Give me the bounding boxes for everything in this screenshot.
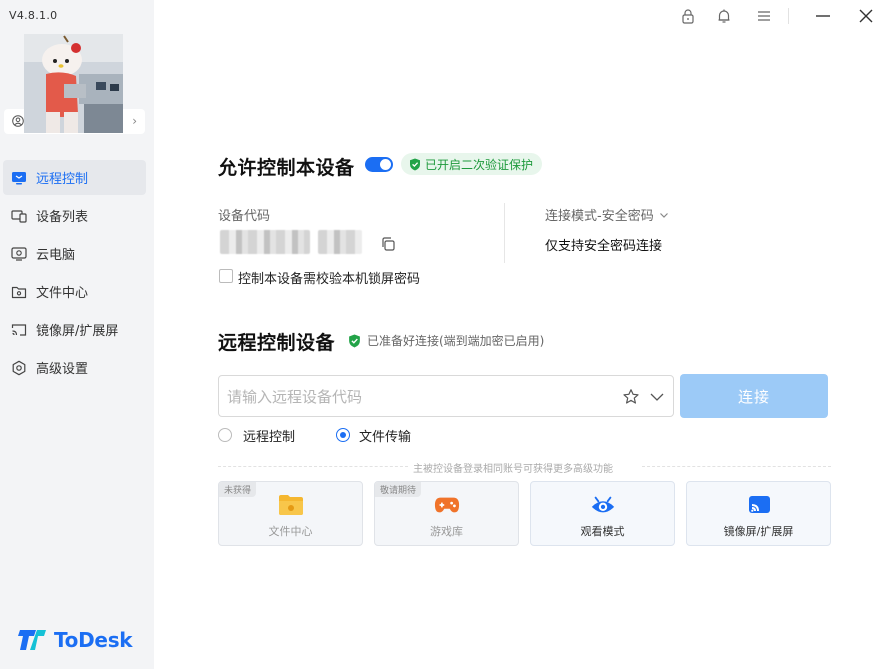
sidebar: V4.8.1.0 › 远程控制 设备列表 云电脑 文件中心 镜像屏/扩展屏 高级… [0,0,154,669]
menu-icon[interactable] [755,7,773,25]
feature-card-file-center[interactable]: 未获得 文件中心 [218,481,363,546]
hint-divider-right [642,466,831,467]
remote-code-input-box[interactable] [218,375,674,417]
radio-remote-control[interactable] [218,428,232,442]
app-logo: ToDesk [18,628,133,652]
star-icon[interactable] [622,388,640,406]
chevron-right-icon: › [132,114,137,128]
sidebar-item-label: 镜像屏/扩展屏 [36,324,119,339]
avatar-image [24,34,123,133]
eye-icon [590,493,616,517]
cloud-pc-icon [10,245,28,263]
remote-control-icon [10,169,28,187]
shield-check-icon [410,158,420,170]
connection-ready-status: 已准备好连接(端到端加密已启用) [348,332,544,349]
feature-card-watch-mode[interactable]: 观看模式 [530,481,675,546]
connection-ready-text: 已准备好连接(端到端加密已启用) [367,334,545,348]
sidebar-item-label: 设备列表 [36,210,89,225]
sidebar-item-label: 文件中心 [36,286,89,301]
sidebar-item-label: 高级设置 [36,362,89,377]
app-version: V4.8.1.0 [9,9,58,22]
logo-text: ToDesk [54,628,133,652]
sidebar-item-label: 云电脑 [36,248,76,263]
remote-control-title: 远程控制设备 [218,332,336,354]
folder-icon [278,493,304,517]
chevron-down-icon[interactable] [648,388,666,406]
copy-icon[interactable] [380,236,396,252]
avatar[interactable] [24,34,123,133]
device-code-value-part1 [220,230,310,254]
bell-icon[interactable] [715,7,733,25]
radio-file-transfer[interactable] [336,428,350,442]
sidebar-item-label: 远程控制 [36,172,89,187]
sidebar-item-advanced-settings[interactable]: 高级设置 [3,350,146,385]
advanced-features-hint: 主被控设备登录相同账号可获得更多高级功能 [413,460,613,475]
connection-mode-label: 连接模式-安全密码 [545,209,654,224]
device-code-label: 设备代码 [218,209,271,224]
user-icon [12,115,24,127]
lock-icon[interactable] [679,7,697,25]
hint-divider-left [218,466,408,467]
screen-cast-icon [10,321,28,339]
shield-check-icon [349,334,360,347]
screen-cast-icon [746,493,772,517]
sidebar-item-device-list[interactable]: 设备列表 [3,198,146,233]
allow-control-toggle[interactable] [365,157,393,172]
connection-mode-select[interactable]: 连接模式-安全密码 [545,205,670,224]
feature-tag: 敬请期待 [375,482,422,497]
radio-file-transfer-label[interactable]: 文件传输 [359,426,411,445]
radio-remote-control-label[interactable]: 远程控制 [243,426,295,445]
device-code-value-part2 [318,230,362,254]
gear-icon [10,359,28,377]
feature-card-game-library[interactable]: 敬请期待 游戏库 [374,481,519,546]
device-list-icon [10,207,28,225]
sidebar-item-file-center[interactable]: 文件中心 [3,274,146,309]
sidebar-item-screen-cast[interactable]: 镜像屏/扩展屏 [3,312,146,347]
close-icon[interactable] [857,7,875,25]
minimize-icon[interactable] [814,7,832,25]
lock-screen-checkbox-label[interactable]: 控制本设备需校验本机锁屏密码 [238,268,420,287]
two-factor-badge-text: 已开启二次验证保护 [425,157,534,172]
todesk-logo-icon [18,630,46,650]
gamepad-icon [434,493,460,517]
section-divider [504,203,505,263]
lock-screen-checkbox[interactable] [219,269,233,283]
feature-tag: 未获得 [219,482,257,497]
feature-label: 镜像屏/扩展屏 [723,525,794,538]
folder-icon [10,283,28,301]
connect-button[interactable]: 连接 [680,374,828,418]
sidebar-item-cloud-pc[interactable]: 云电脑 [3,236,146,271]
sidebar-item-remote-control[interactable]: 远程控制 [3,160,146,195]
two-factor-badge: 已开启二次验证保护 [401,153,543,175]
feature-label: 观看模式 [580,525,625,538]
remote-code-input[interactable] [225,386,609,408]
allow-control-title: 允许控制本设备 [218,157,355,179]
feature-label: 文件中心 [268,525,313,538]
chevron-down-icon [659,212,668,218]
topbar-divider [788,8,789,24]
feature-card-screen-cast[interactable]: 镜像屏/扩展屏 [686,481,831,546]
feature-label: 游戏库 [430,525,463,538]
connection-mode-value: 仅支持安全密码连接 [545,239,663,254]
